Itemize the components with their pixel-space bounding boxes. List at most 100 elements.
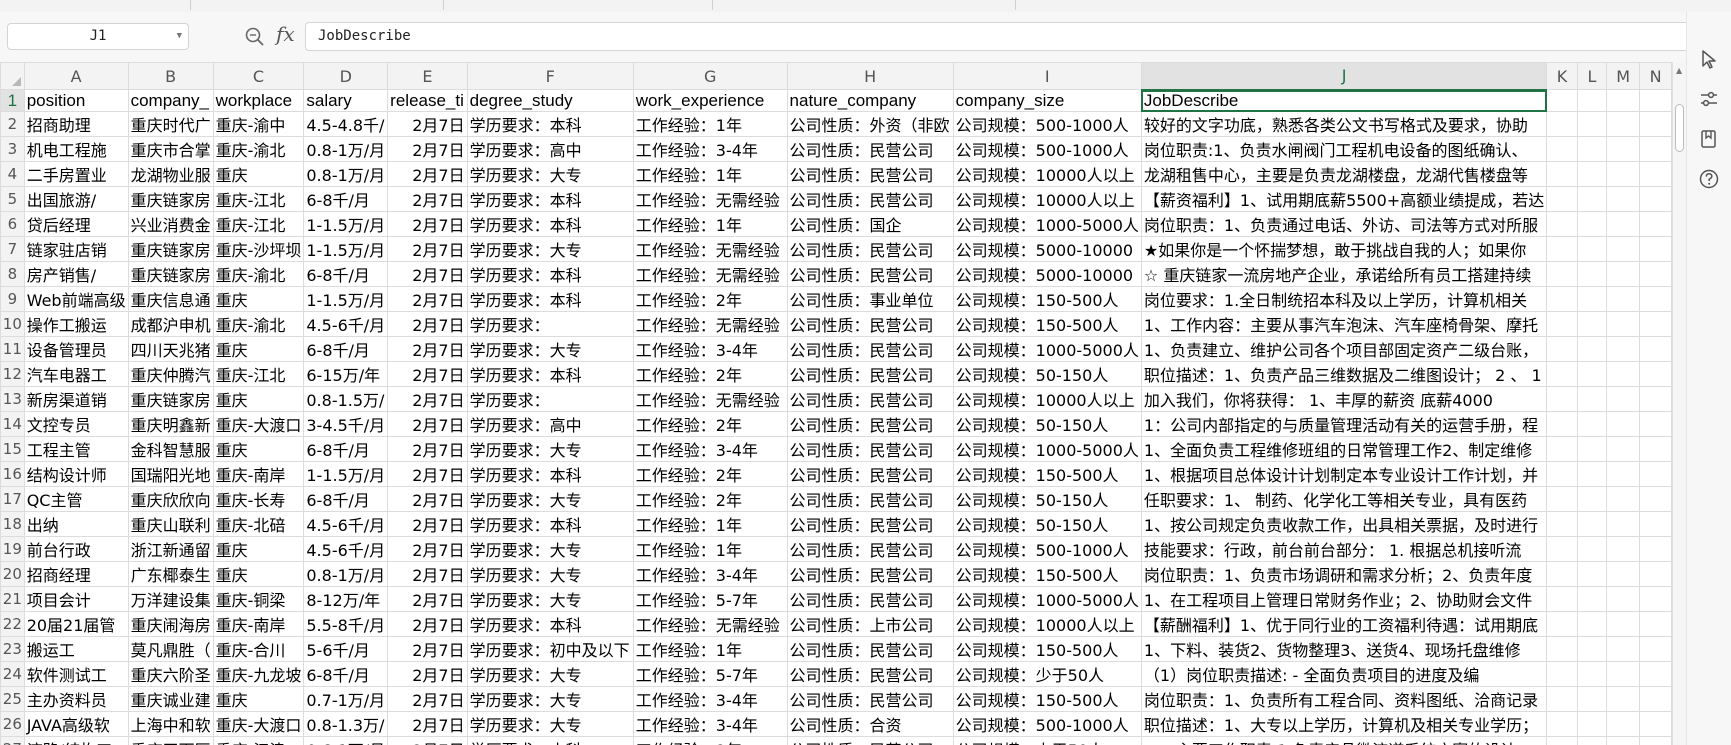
empty-cell[interactable] bbox=[1576, 686, 1608, 712]
table-cell[interactable]: 公司性质：民营公司 bbox=[786, 561, 954, 587]
table-cell[interactable]: 重庆 bbox=[212, 161, 305, 187]
table-cell[interactable]: 工作经验：无需经验 bbox=[632, 386, 788, 412]
table-cell[interactable]: 公司规模：10000人以上 bbox=[952, 186, 1142, 212]
table-cell[interactable]: 房产销售/ bbox=[23, 261, 129, 287]
formula-input[interactable] bbox=[318, 28, 1689, 44]
table-cell[interactable]: 1：公司内部指定的与质量管理活动有关的运营手册，程 bbox=[1140, 411, 1548, 437]
column-header-l[interactable]: L bbox=[1576, 62, 1608, 90]
empty-cell[interactable] bbox=[1639, 561, 1672, 587]
table-cell[interactable]: 公司规模：1000-5000人 bbox=[952, 436, 1142, 462]
empty-cell[interactable] bbox=[1639, 261, 1672, 287]
table-cell[interactable]: 0.8-1.3万/ bbox=[303, 711, 389, 737]
header-cell[interactable]: position bbox=[23, 89, 129, 112]
active-cell[interactable]: JobDescribe bbox=[1140, 89, 1548, 112]
table-cell[interactable]: 加入我们，你将获得： 1、丰厚的薪资 底薪4000 bbox=[1140, 386, 1548, 412]
table-cell[interactable]: 工作经验：1年 bbox=[632, 111, 788, 137]
table-cell[interactable]: 出纳 bbox=[23, 511, 129, 537]
row-header[interactable]: 14 bbox=[0, 411, 25, 437]
table-cell[interactable]: 2月7日 bbox=[387, 286, 468, 312]
header-cell[interactable]: salary bbox=[303, 89, 389, 112]
table-cell[interactable]: 公司性质：民营公司 bbox=[786, 386, 954, 412]
row-header[interactable]: 21 bbox=[0, 586, 25, 612]
empty-cell[interactable] bbox=[1606, 686, 1641, 712]
empty-cell[interactable] bbox=[1576, 111, 1608, 137]
table-cell[interactable]: 广东椰泰生 bbox=[127, 561, 214, 587]
table-cell[interactable]: 重庆 bbox=[212, 386, 305, 412]
row-header[interactable]: 7 bbox=[0, 236, 25, 262]
row-header[interactable]: 26 bbox=[0, 711, 25, 737]
table-cell[interactable]: 公司性质：民营公司 bbox=[786, 336, 954, 362]
empty-cell[interactable] bbox=[1639, 486, 1672, 512]
table-cell[interactable]: 2月7日 bbox=[387, 386, 468, 412]
table-cell[interactable]: 2月7日 bbox=[387, 661, 468, 687]
empty-cell[interactable] bbox=[1639, 211, 1672, 237]
empty-cell[interactable] bbox=[1576, 286, 1608, 312]
column-header-g[interactable]: G bbox=[632, 62, 788, 90]
table-cell[interactable]: 重庆-九龙坡 bbox=[212, 661, 305, 687]
empty-cell[interactable] bbox=[1576, 411, 1608, 437]
table-cell[interactable]: 龙湖租售中心，主要是负责龙湖楼盘，龙湖代售楼盘等 bbox=[1140, 161, 1548, 187]
table-cell[interactable]: 20届21届管 bbox=[23, 611, 129, 637]
table-cell[interactable]: 重庆-江北 bbox=[212, 361, 305, 387]
row-header[interactable]: 5 bbox=[0, 186, 25, 212]
table-cell[interactable]: 重庆-渝北 bbox=[212, 136, 305, 162]
empty-cell[interactable] bbox=[1546, 89, 1578, 112]
empty-cell[interactable] bbox=[1546, 311, 1578, 337]
empty-cell[interactable] bbox=[1576, 611, 1608, 637]
column-header-b[interactable]: B bbox=[127, 62, 214, 90]
table-cell[interactable]: 2月7日 bbox=[387, 711, 468, 737]
header-cell[interactable]: workplace bbox=[212, 89, 305, 112]
select-all-corner[interactable] bbox=[0, 62, 25, 90]
empty-cell[interactable] bbox=[1639, 361, 1672, 387]
column-header-c[interactable]: C bbox=[212, 62, 305, 90]
table-cell[interactable]: 2月7日 bbox=[387, 561, 468, 587]
table-cell[interactable]: 重庆链家房 bbox=[127, 261, 214, 287]
table-cell[interactable]: 机电工程施 bbox=[23, 136, 129, 162]
empty-cell[interactable] bbox=[1546, 161, 1578, 187]
table-cell[interactable]: 4.5-4.8千/ bbox=[303, 111, 389, 137]
table-cell[interactable]: QC主管 bbox=[23, 486, 129, 512]
table-cell[interactable]: 【薪酬福利】1、优于同行业的工资福利待遇：试用期底 bbox=[1140, 611, 1548, 637]
table-cell[interactable]: 项目会计 bbox=[23, 586, 129, 612]
table-cell[interactable]: 重庆-合川 bbox=[212, 636, 305, 662]
table-cell[interactable]: （1）岗位职责描述: - 全面负责项目的进度及编 bbox=[1140, 661, 1548, 687]
header-cell[interactable]: degree_study bbox=[466, 89, 634, 112]
empty-cell[interactable] bbox=[1606, 436, 1641, 462]
table-cell[interactable]: 6-8千/月 bbox=[303, 336, 389, 362]
row-header[interactable]: 22 bbox=[0, 611, 25, 637]
empty-cell[interactable] bbox=[1639, 661, 1672, 687]
table-cell[interactable]: 新房渠道销 bbox=[23, 386, 129, 412]
table-cell[interactable]: 公司规模：50-150人 bbox=[952, 486, 1142, 512]
table-cell[interactable]: ☆ 重庆链家一流房地产企业，承诺给所有员工搭建持续 bbox=[1140, 261, 1548, 287]
table-cell[interactable]: 2月7日 bbox=[387, 411, 468, 437]
empty-cell[interactable] bbox=[1639, 611, 1672, 637]
empty-cell[interactable] bbox=[1546, 336, 1578, 362]
table-cell[interactable]: 重庆闹海房 bbox=[127, 611, 214, 637]
column-header-f[interactable]: F bbox=[466, 62, 634, 90]
table-cell[interactable]: 重庆欣欣向 bbox=[127, 486, 214, 512]
column-header-m[interactable]: M bbox=[1606, 62, 1641, 90]
table-cell[interactable]: 重庆时代广 bbox=[127, 111, 214, 137]
column-header-k[interactable]: K bbox=[1546, 62, 1578, 90]
empty-cell[interactable] bbox=[1576, 161, 1608, 187]
table-cell[interactable]: 2月7日 bbox=[387, 336, 468, 362]
table-cell[interactable]: 公司规模：10000人以上 bbox=[952, 386, 1142, 412]
empty-cell[interactable] bbox=[1639, 236, 1672, 262]
table-cell[interactable]: 四川天兆猪 bbox=[127, 336, 214, 362]
table-cell[interactable]: 岗位职责：1、负责所有工程合同、资料图纸、洽商记录 bbox=[1140, 686, 1548, 712]
table-cell[interactable]: 2月7日 bbox=[387, 111, 468, 137]
table-cell[interactable]: 金科智慧服 bbox=[127, 436, 214, 462]
table-cell[interactable]: 公司性质：民营公司 bbox=[786, 261, 954, 287]
empty-cell[interactable] bbox=[1606, 461, 1641, 487]
empty-cell[interactable] bbox=[1576, 586, 1608, 612]
empty-cell[interactable] bbox=[1606, 611, 1641, 637]
table-cell[interactable]: 1、在工程项目上管理日常财务作业；2、协助财会文件 bbox=[1140, 586, 1548, 612]
empty-cell[interactable] bbox=[1606, 186, 1641, 212]
table-cell[interactable]: 公司规模：150-500人 bbox=[952, 461, 1142, 487]
header-cell[interactable]: release_ti bbox=[387, 89, 468, 112]
table-cell[interactable]: JAVA高级软 bbox=[23, 711, 129, 737]
row-header[interactable]: 20 bbox=[0, 561, 25, 587]
table-cell[interactable]: 3-4.5千/月 bbox=[303, 411, 389, 437]
table-cell[interactable]: 重庆-江北 bbox=[212, 211, 305, 237]
table-cell[interactable]: 工作经验：无需经验 bbox=[632, 236, 788, 262]
